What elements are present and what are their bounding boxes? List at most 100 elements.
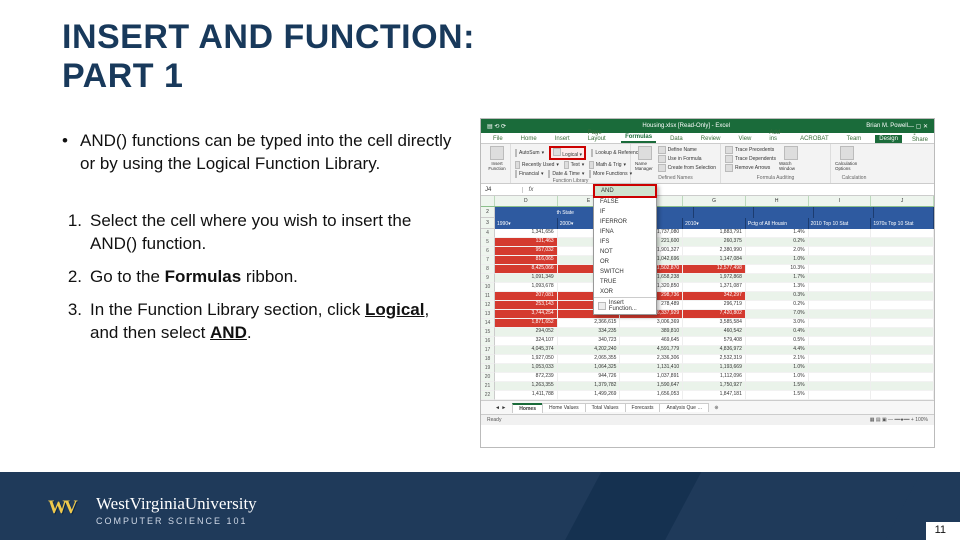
fx-icon: [598, 302, 606, 310]
ribbon-tab-design[interactable]: Design: [875, 135, 902, 143]
wvu-logo-text: WV: [48, 497, 75, 519]
calc-options-button[interactable]: Calculation Options: [835, 146, 859, 171]
dropdown-item-not[interactable]: NOT: [594, 247, 656, 257]
ribbon-tab-acrobat[interactable]: ACROBAT: [796, 135, 833, 143]
table-row: 15294,052334,235389,810460,5420.4%: [481, 328, 934, 337]
wvu-brand: WV WestVirginiaUniversity COMPUTER SCIEN…: [46, 494, 257, 526]
logical-button[interactable]: Logical ▾: [549, 146, 586, 160]
ribbon-tab-view[interactable]: View: [734, 135, 755, 143]
table-row: 11207,081247,497298,736342,2970.3%: [481, 292, 934, 301]
table-row: 6957,0321,901,3272,380,9902.0%: [481, 247, 934, 256]
name-manager-button[interactable]: Name Manager: [635, 146, 655, 172]
doc-title: Housing.xlsx [Read-Only] - Excel: [506, 123, 866, 129]
table-title-row: 2 th State: [481, 207, 934, 218]
dropdown-item-or[interactable]: OR: [594, 257, 656, 267]
table-row: 91,091,3491,202,4891,658,2381,972,8681.7…: [481, 274, 934, 283]
ribbon-tab-review[interactable]: Review: [697, 135, 725, 143]
dropdown-item-and[interactable]: AND: [593, 184, 657, 198]
table-row: 133,744,2545,134,8696,337,9297,420,8027.…: [481, 310, 934, 319]
bullet-dot: •: [62, 130, 80, 176]
sigma-icon: [515, 149, 517, 157]
window-controls: — ▢ ✕: [908, 123, 928, 130]
page-number: 11: [933, 524, 948, 536]
ribbon-group-audit: Trace Precedents Trace Dependents Remove…: [721, 144, 831, 183]
university-name: WestVirginiaUniversity: [96, 494, 257, 514]
sheet-tab-homes[interactable]: Homes: [512, 403, 543, 413]
table-row: 20872,239944,7261,037,8911,112,0961.0%: [481, 373, 934, 382]
watch-icon: [784, 146, 798, 160]
worksheet-grid: D E F G H I J 2 th State 3 1990 ▾ 2000 ▾…: [481, 196, 934, 400]
sheet-nav[interactable]: ◄ ►: [495, 405, 512, 411]
table-row: 41,341,6561,737,0801,883,7911.4%: [481, 229, 934, 238]
more-icon: [589, 170, 591, 178]
insert-function-button[interactable]: Insert Function: [485, 146, 509, 171]
table-row: 5131,463221,600260,3750.2%: [481, 238, 934, 247]
dropdown-item-ifna[interactable]: IFNA: [594, 227, 656, 237]
logical-dropdown: ANDFALSEIFIFERRORIFNAIFSNOTORSWITCHTRUEX…: [593, 184, 657, 315]
title-line-1: INSERT AND FUNCTION:: [62, 18, 475, 57]
table-row: 12253,143266,178278,489296,7190.2%: [481, 301, 934, 310]
user-name: Brian M. Powell: [866, 123, 908, 129]
financial-icon: [515, 170, 517, 178]
table-row: 88,425,06611,502,87012,577,49810.3%: [481, 265, 934, 274]
table-row: 174,045,3744,202,2404,591,7794,836,9724.…: [481, 346, 934, 355]
status-text: Ready: [487, 417, 501, 423]
sheet-tabs: ◄ ►HomesHome ValuesTotal ValuesForecasts…: [481, 400, 934, 414]
table-row: 16324,107340,723469,645579,4080.5%: [481, 337, 934, 346]
define-icon: [658, 146, 666, 154]
dropdown-item-true[interactable]: TRUE: [594, 277, 656, 287]
slide-title: INSERT AND FUNCTION: PART 1: [62, 18, 475, 96]
table-row: 101,093,6781,230,4791,320,8501,371,0871.…: [481, 283, 934, 292]
add-sheet-button[interactable]: ⊕: [708, 405, 724, 411]
ribbon-tab-insert[interactable]: Insert: [551, 135, 574, 143]
ribbon-tabs: FileHomeInsertPage LayoutFormulasDataRev…: [481, 133, 934, 144]
sheet-tab-forecasts[interactable]: Forecasts: [625, 403, 661, 412]
ribbon-tab-data[interactable]: Data: [666, 135, 687, 143]
table-row: 181,927,0502,065,3552,336,3062,532,3192.…: [481, 355, 934, 364]
fx-icon: [490, 146, 504, 160]
logical-icon: [553, 148, 561, 156]
ribbon-group-names: Name Manager Define Name Use in Formula …: [631, 144, 721, 183]
quick-access: ▤ ⟲ ⟳: [487, 123, 506, 130]
watch-window-button[interactable]: Watch Window: [779, 146, 803, 172]
step-2-text: Go to the Formulas ribbon.: [90, 266, 452, 289]
table-row: 141,871,6522,366,6153,006,3693,585,5843.…: [481, 319, 934, 328]
ribbon-tab-team[interactable]: Team: [843, 135, 866, 143]
calc-icon: [840, 146, 854, 160]
title-line-2: PART 1: [62, 57, 475, 96]
sheet-tab-home-values[interactable]: Home Values: [542, 403, 586, 412]
excel-titlebar: ▤ ⟲ ⟳ Housing.xlsx [Read-Only] - Excel B…: [481, 119, 934, 133]
slide: INSERT AND FUNCTION: PART 1 • AND() func…: [0, 0, 960, 540]
dropdown-item-ifs[interactable]: IFS: [594, 237, 656, 247]
step-3-text: In the Function Library section, click L…: [90, 299, 452, 345]
table-row: 191,053,0331,064,3251,131,4101,193,6691.…: [481, 364, 934, 373]
ribbon-tab-add-ins[interactable]: Add-ins: [765, 129, 786, 143]
math-icon: [589, 161, 594, 169]
lookup-icon: [591, 149, 593, 157]
numbered-list: 1. Select the cell where you wish to ins…: [62, 210, 452, 345]
course-name: COMPUTER SCIENCE 101: [96, 516, 257, 526]
excel-screenshot: ▤ ⟲ ⟳ Housing.xlsx [Read-Only] - Excel B…: [480, 118, 935, 448]
ribbon: Insert Function AutoSum ▾ Logical ▾ Look…: [481, 144, 934, 184]
date-icon: [548, 170, 550, 178]
share-button[interactable]: ⇪ Share: [912, 130, 928, 143]
dropdown-insert-function[interactable]: Insert Function...: [594, 297, 656, 314]
ribbon-tab-formulas[interactable]: Formulas: [621, 133, 656, 143]
dropdown-item-if[interactable]: IF: [594, 207, 656, 217]
name-box[interactable]: J4: [481, 187, 523, 193]
ribbon-tab-home[interactable]: Home: [517, 135, 541, 143]
dropdown-item-iferror[interactable]: IFERROR: [594, 217, 656, 227]
dropdown-item-switch[interactable]: SWITCH: [594, 267, 656, 277]
text-icon: [564, 161, 569, 169]
step-3: 3. In the Function Library section, clic…: [62, 299, 452, 345]
sheet-tab-analysis-que-[interactable]: Analysis Que …: [659, 403, 709, 412]
create-icon: [658, 164, 666, 172]
sheet-tab-total-values[interactable]: Total Values: [585, 403, 626, 412]
ribbon-tab-page-layout[interactable]: Page Layout: [584, 129, 611, 143]
column-headers: D E F G H I J: [481, 196, 934, 207]
fx-label[interactable]: fx: [523, 187, 539, 193]
zoom-controls[interactable]: ▦ ▤ ▣ — ━━●━━ + 100%: [870, 417, 928, 423]
dropdown-item-xor[interactable]: XOR: [594, 287, 656, 297]
dropdown-item-false[interactable]: FALSE: [594, 197, 656, 207]
ribbon-tab-file[interactable]: File: [489, 135, 507, 143]
